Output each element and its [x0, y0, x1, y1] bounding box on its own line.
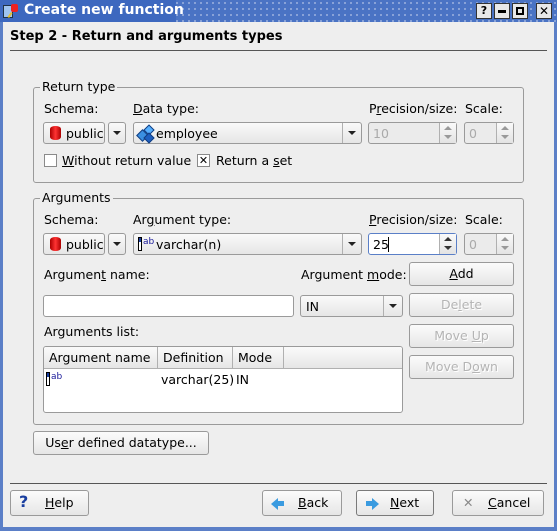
- composite-type-icon: [136, 124, 155, 144]
- add-button[interactable]: Add: [409, 262, 514, 286]
- text-cursor: [388, 237, 389, 252]
- return-schema-combo[interactable]: public: [43, 122, 105, 144]
- check-icon: ✕: [198, 154, 209, 167]
- column-header-mode[interactable]: Mode: [233, 347, 284, 369]
- spin-up-icon: [444, 126, 452, 130]
- next-button[interactable]: Next: [356, 490, 434, 516]
- arguments-list[interactable]: Argument name Definition Mode ab varchar…: [43, 346, 403, 413]
- database-icon: [50, 126, 61, 140]
- without-return-value-label[interactable]: Without return value: [62, 153, 191, 168]
- arguments-group-label: Arguments: [40, 190, 113, 205]
- cancel-button[interactable]: ✕ Cancel: [452, 490, 544, 516]
- without-return-value-checkbox[interactable]: [44, 154, 57, 167]
- footer-divider: [10, 483, 547, 484]
- back-button[interactable]: Back: [262, 490, 342, 516]
- title-bar[interactable]: Create new function ? ✕: [0, 0, 557, 22]
- help-button[interactable]: ? Help: [10, 490, 89, 516]
- return-precision-spinbox: 10: [368, 122, 457, 144]
- return-a-set-label[interactable]: Return a set: [216, 153, 292, 168]
- arguments-list-label: Arguments list:: [44, 324, 140, 339]
- arg-schema-label: Schema:: [44, 212, 99, 227]
- column-header-filler: [284, 347, 402, 369]
- return-schema-label: Schema:: [44, 101, 99, 116]
- spin-down-icon: [501, 246, 509, 250]
- window-title: Create new function: [24, 2, 184, 18]
- arg-precision-spinbox[interactable]: 25: [368, 233, 457, 255]
- move-up-button: Move Up: [409, 324, 514, 348]
- maximize-button[interactable]: [512, 3, 528, 19]
- spin-down-icon: [501, 135, 509, 139]
- arg-schema-dropdown-arrow[interactable]: [108, 233, 126, 255]
- chevron-down-icon[interactable]: [383, 296, 402, 316]
- arg-type-label: Argument type:: [133, 212, 232, 227]
- minimize-button[interactable]: [494, 3, 510, 19]
- help-icon: ?: [19, 492, 29, 511]
- row-mode: IN: [236, 372, 250, 387]
- chevron-down-icon[interactable]: [342, 123, 361, 143]
- arg-scale-spinbox: 0: [464, 233, 514, 255]
- arg-mode-label: Argument mode:: [301, 267, 407, 282]
- step-title: Step 2 - Return and arguments types: [10, 29, 283, 44]
- database-icon: [50, 237, 61, 251]
- arg-name-input[interactable]: [43, 295, 294, 317]
- text-type-icon: ab: [46, 372, 63, 386]
- spin-down-icon: [444, 135, 452, 139]
- help-title-button[interactable]: ?: [476, 3, 492, 19]
- arg-precision-label: Precision/size:: [369, 212, 458, 227]
- column-header-argument-name[interactable]: Argument name: [44, 347, 158, 369]
- return-precision-label: Precision/size:: [369, 101, 458, 116]
- next-arrow-icon: [372, 498, 379, 510]
- app-icon: [3, 3, 19, 19]
- user-defined-datatype-button[interactable]: User defined datatype...: [33, 431, 209, 455]
- return-scale-spinbox: 0: [464, 122, 514, 144]
- arg-mode-combo[interactable]: IN: [300, 295, 403, 317]
- table-row[interactable]: ab varchar(25) IN: [44, 371, 402, 388]
- cancel-icon: ✕: [463, 495, 474, 510]
- delete-button: Delete: [409, 293, 514, 317]
- close-button[interactable]: ✕: [536, 3, 552, 19]
- column-header-definition[interactable]: Definition: [158, 347, 233, 369]
- spin-up-icon: [501, 126, 509, 130]
- close-icon: ✕: [538, 4, 550, 18]
- chevron-down-icon[interactable]: [342, 234, 361, 254]
- move-down-button: Move Down: [409, 355, 514, 379]
- spin-up-icon[interactable]: [444, 237, 452, 241]
- back-arrow-icon: [271, 498, 278, 510]
- arg-scale-label: Scale:: [465, 212, 503, 227]
- minimize-icon: [498, 10, 506, 13]
- return-data-type-label: Data type:: [133, 101, 199, 116]
- return-type-group-label: Return type: [40, 79, 118, 94]
- return-scale-label: Scale:: [465, 101, 503, 116]
- spin-up-icon: [501, 237, 509, 241]
- maximize-icon: [516, 7, 524, 15]
- return-schema-dropdown-arrow[interactable]: [108, 122, 126, 144]
- return-data-type-combo[interactable]: employee: [133, 122, 362, 144]
- spin-down-icon[interactable]: [444, 246, 452, 250]
- arg-name-label: Argument name:: [44, 267, 150, 282]
- row-definition: varchar(25): [161, 372, 235, 387]
- header-divider: [10, 50, 547, 51]
- arg-schema-combo[interactable]: public: [43, 233, 105, 255]
- text-type-icon: ab: [138, 237, 155, 251]
- arg-type-combo[interactable]: ab varchar(n): [133, 233, 362, 255]
- return-a-set-checkbox[interactable]: ✕: [197, 154, 210, 167]
